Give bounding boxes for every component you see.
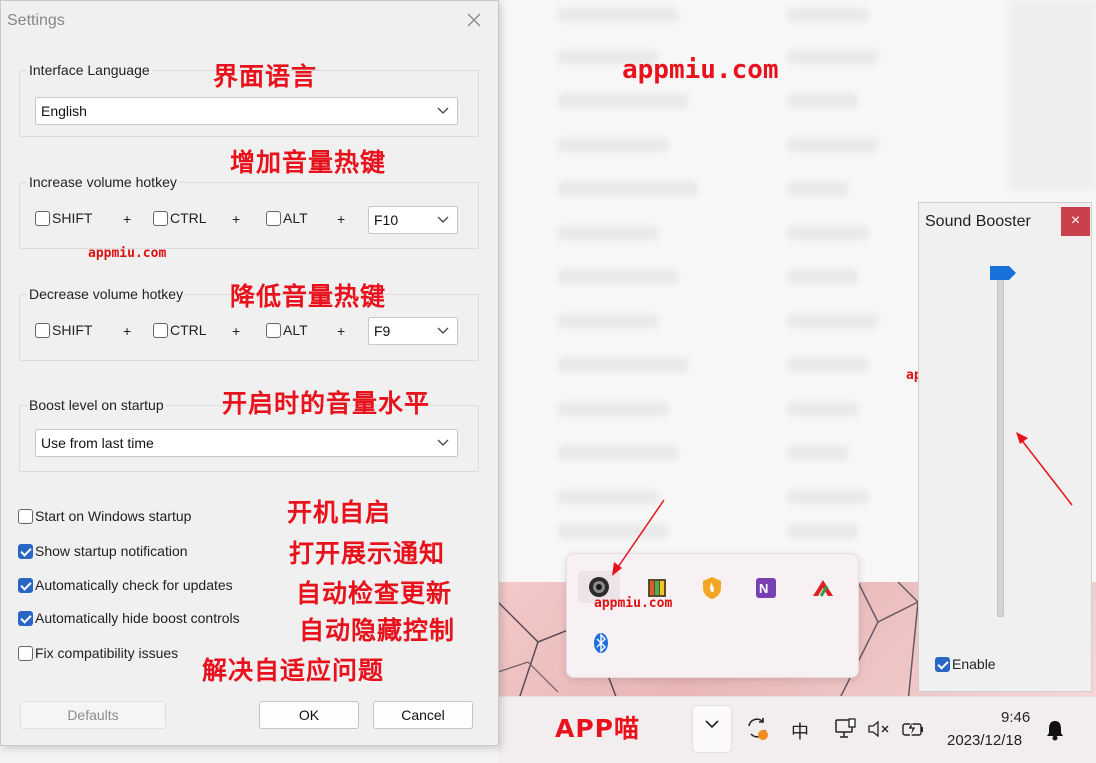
arrow-to-tray-icon xyxy=(612,499,665,576)
arrow-to-slider xyxy=(1016,432,1073,506)
annotation-arrows xyxy=(612,432,1073,576)
